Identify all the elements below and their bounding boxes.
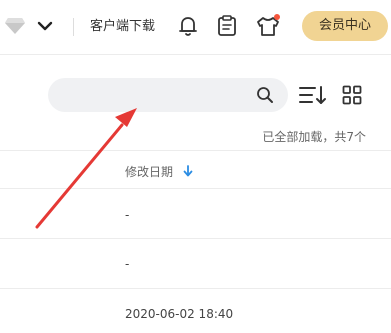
divider (0, 188, 391, 189)
search-icon[interactable] (256, 86, 274, 104)
notification-dot (274, 14, 280, 20)
top-bar: 客户端下载 会员中心 (0, 0, 391, 55)
table-row-modified-date: - (125, 257, 130, 271)
divider (73, 18, 74, 36)
grid-view-icon[interactable] (342, 85, 362, 105)
diamond-icon[interactable] (4, 17, 26, 35)
divider (0, 288, 391, 289)
chevron-down-icon[interactable] (37, 19, 53, 33)
table-row-modified-date: - (125, 208, 130, 222)
sort-descending-icon[interactable] (183, 165, 193, 177)
bell-icon[interactable] (178, 15, 198, 37)
sort-list-icon[interactable] (298, 84, 328, 106)
client-download-link[interactable]: 客户端下载 (90, 18, 155, 36)
clipboard-icon[interactable] (217, 14, 237, 37)
table-row-modified-date: 2020-06-02 18:40 (125, 307, 234, 321)
member-center-button[interactable]: 会员中心 (302, 11, 388, 41)
divider (0, 150, 391, 151)
divider (0, 238, 391, 239)
column-header-modified-date[interactable]: 修改日期 (125, 164, 173, 180)
search-input[interactable] (48, 78, 288, 112)
load-status-text: 已全部加载，共7个 (262, 130, 366, 144)
